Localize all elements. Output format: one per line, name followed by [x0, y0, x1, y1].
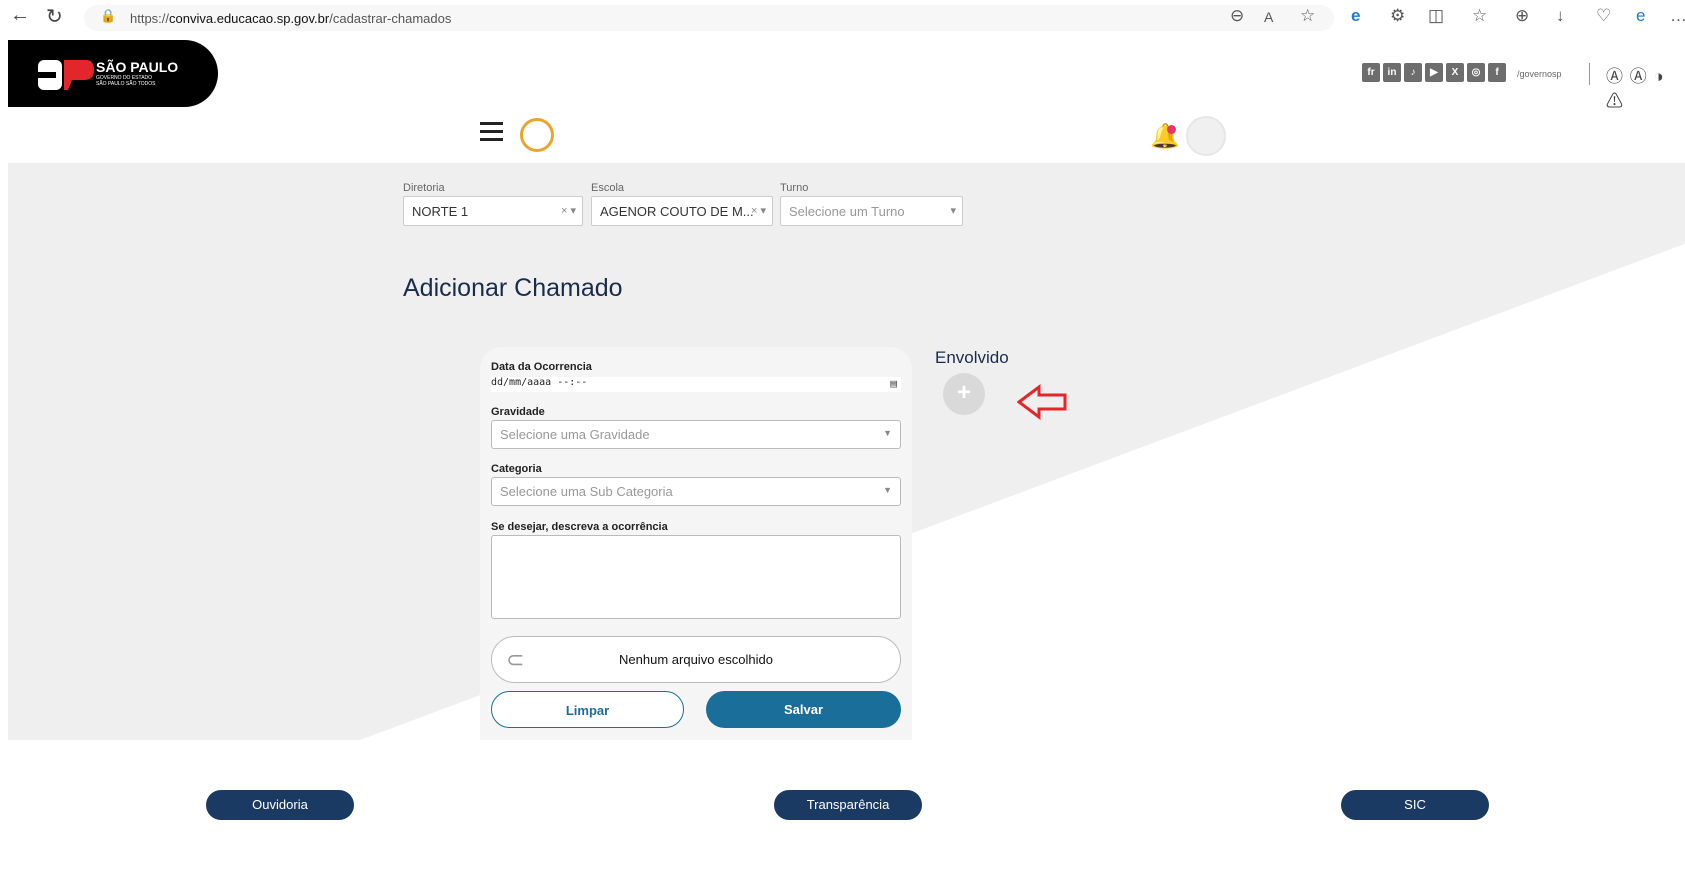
save-button[interactable]: Salvar — [706, 691, 901, 728]
sao-paulo-logo[interactable]: SÃO PAULO GOVERNO DO ESTADO SÃO PAULO SÃO… — [8, 40, 218, 107]
sic-button[interactable]: SIC — [1341, 790, 1489, 820]
split-screen-icon[interactable]: ◫ — [1428, 6, 1444, 26]
accessibility-icons[interactable]: Ⓐ Ⓐ ◑ ⚠ — [1606, 62, 1685, 112]
escola-value: AGENOR COUTO DE M... — [600, 204, 754, 219]
categoria-select[interactable]: Selecione uma Sub Categoria ▼ — [491, 477, 901, 506]
calendar-icon[interactable]: ▤ — [890, 377, 897, 390]
extensions-icon[interactable]: ⚙ — [1390, 6, 1405, 26]
read-aloud-icon[interactable]: A — [1264, 9, 1273, 25]
browser-toolbar: ← ↻ 🔒 https://conviva.educacao.sp.gov.br… — [0, 0, 1685, 38]
facebook-icon[interactable]: f — [1488, 63, 1506, 82]
gravidade-placeholder: Selecione uma Gravidade — [500, 427, 650, 442]
download-icon[interactable]: ↓ — [1556, 6, 1565, 26]
add-envolvido-button[interactable]: + — [943, 373, 985, 415]
gravidade-label: Gravidade — [491, 406, 545, 418]
x-icon[interactable]: X — [1446, 63, 1464, 82]
favorite-icon[interactable]: ☆ — [1300, 6, 1315, 26]
clear-button[interactable]: Limpar — [491, 691, 684, 728]
file-status: Nenhum arquivo escolhido — [619, 652, 773, 667]
browser-essentials-icon[interactable]: ♡ — [1596, 6, 1611, 26]
chevron-down-icon: ▼ — [883, 485, 892, 495]
clear-chevron-icon[interactable]: × ▾ — [751, 204, 766, 217]
diretoria-value: NORTE 1 — [412, 204, 469, 219]
turno-select[interactable]: Selecione um Turno ▾ — [780, 196, 963, 226]
avatar[interactable] — [1186, 116, 1226, 156]
transparencia-button[interactable]: Transparência — [774, 790, 922, 820]
zoom-icon[interactable]: ⊖ — [1230, 6, 1244, 26]
social-links: fr in ♪ ▶ X ◎ f — [1362, 63, 1506, 82]
edge-icon[interactable]: e — [1636, 6, 1645, 26]
notification-badge — [1167, 125, 1176, 134]
divider — [1589, 63, 1590, 85]
plus-icon: + — [956, 379, 971, 406]
descricao-label: Se desejar, descreva a ocorrência — [491, 521, 668, 533]
chevron-down-icon: ▼ — [883, 428, 892, 438]
menu-icon[interactable] — [480, 122, 503, 146]
tiktok-icon[interactable]: ♪ — [1404, 63, 1422, 82]
url-text[interactable]: https://conviva.educacao.sp.gov.br/cadas… — [130, 11, 451, 26]
more-icon[interactable]: … — [1670, 6, 1685, 26]
chevron-down-icon[interactable]: ▾ — [950, 204, 956, 217]
brand-title: SÃO PAULO — [96, 59, 179, 75]
sp-logo-mark-icon — [38, 60, 94, 90]
page-title: Adicionar Chamado — [403, 274, 623, 302]
file-input[interactable]: ⊂ Nenhum arquivo escolhido — [491, 636, 901, 683]
diretoria-select[interactable]: NORTE 1 × ▾ — [403, 196, 583, 226]
clear-chevron-icon[interactable]: × ▾ — [561, 204, 576, 217]
favorites-bar-icon[interactable]: ☆ — [1472, 6, 1487, 26]
arrow-left-icon — [1017, 384, 1067, 420]
escola-select[interactable]: AGENOR COUTO DE M... × ▾ — [591, 196, 773, 226]
fr-icon[interactable]: fr — [1362, 63, 1380, 82]
ie-mode-icon[interactable]: e — [1351, 6, 1360, 26]
back-icon[interactable]: ← — [10, 4, 30, 27]
ouvidoria-button[interactable]: Ouvidoria — [206, 790, 354, 820]
youtube-icon[interactable]: ▶ — [1425, 63, 1443, 82]
envolvido-title: Envolvido — [935, 348, 1009, 367]
lock-icon[interactable]: 🔒 — [100, 8, 116, 24]
conviva-logo-icon[interactable] — [520, 118, 554, 152]
social-handle[interactable]: /governosp — [1517, 69, 1562, 79]
turno-placeholder: Selecione um Turno — [789, 204, 905, 219]
gravidade-select[interactable]: Selecione uma Gravidade ▼ — [491, 420, 901, 449]
date-label: Data da Ocorrencia — [491, 361, 592, 373]
diretoria-label: Diretoria — [403, 182, 445, 194]
date-input[interactable]: dd/mm/aaaa --:-- ▤ — [491, 377, 901, 392]
escola-label: Escola — [591, 182, 625, 194]
date-placeholder: dd/mm/aaaa --:-- — [491, 377, 588, 388]
categoria-placeholder: Selecione uma Sub Categoria — [500, 484, 673, 499]
instagram-icon[interactable]: ◎ — [1467, 63, 1485, 82]
turno-label: Turno — [780, 182, 809, 194]
collections-icon[interactable]: ⊕ — [1515, 6, 1529, 26]
categoria-label: Categoria — [491, 463, 542, 475]
refresh-icon[interactable]: ↻ — [46, 4, 63, 29]
descricao-textarea[interactable] — [491, 535, 901, 619]
brand-subtitle: GOVERNO DO ESTADO SÃO PAULO SÃO TODOS — [96, 75, 156, 87]
linkedin-icon[interactable]: in — [1383, 63, 1401, 82]
